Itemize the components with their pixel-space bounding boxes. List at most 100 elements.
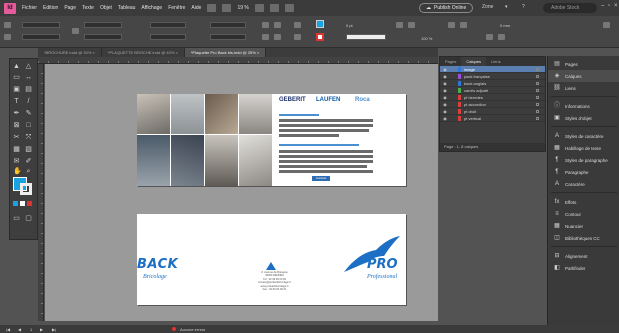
bathroom-photo[interactable] [171, 94, 204, 134]
chevron-down-icon[interactable]: ▾ [505, 4, 508, 10]
height-field[interactable] [84, 34, 122, 40]
rectangle-tool-icon[interactable]: □ [25, 122, 32, 129]
menu-affichage[interactable]: Affichage [141, 5, 162, 11]
auto-fit-icon[interactable] [486, 34, 493, 40]
pencil-tool-icon[interactable]: ✎ [25, 110, 32, 117]
text-line[interactable] [279, 124, 373, 127]
visibility-eye-icon[interactable]: ◉ [442, 88, 448, 93]
scale-y-field[interactable] [150, 34, 186, 40]
text-wrap-icon[interactable] [448, 22, 455, 28]
panel-menu-icon[interactable] [603, 22, 610, 28]
page-spread-2[interactable]: BACK Bricolage PRO Professional Z. Avenu… [137, 214, 406, 305]
vertical-ruler[interactable] [38, 64, 44, 321]
type-tool-icon[interactable]: T [13, 98, 20, 105]
stroke-swatch[interactable] [316, 33, 324, 41]
text-line[interactable] [279, 119, 373, 122]
restore-icon[interactable]: ▫ [608, 3, 610, 9]
dock-item-swatches[interactable]: ▦ Nuancier [548, 220, 619, 232]
value-field[interactable]: 0 mm [500, 23, 510, 28]
contact-button[interactable]: Contact [312, 176, 330, 181]
stroke-weight-value[interactable]: 0 pt [346, 23, 353, 28]
tab-plaquette-broche[interactable]: *PLAQUETTE BROCHE.indd @ 40% × [102, 48, 185, 57]
hand-tool-icon[interactable]: ✋ [13, 168, 22, 175]
tab-pages[interactable]: Pages [440, 57, 461, 66]
menu-edition[interactable]: Edition [43, 5, 58, 11]
selection-tool-icon[interactable]: ▲ [13, 63, 20, 70]
last-page-icon[interactable]: ▶| [52, 327, 56, 332]
reference-point-icon[interactable] [4, 34, 11, 40]
bathroom-photo[interactable] [239, 94, 272, 134]
layer-target-icon[interactable] [536, 67, 539, 71]
help-icon[interactable]: ? [522, 4, 525, 10]
zoom-level[interactable]: 19 % [237, 5, 248, 11]
bathroom-photo[interactable] [137, 94, 170, 134]
menu-texte[interactable]: Texte [82, 5, 94, 11]
layer-row[interactable]: ◉ pt accordion [440, 101, 545, 108]
preflight-status[interactable]: Aucune erreur [180, 327, 205, 332]
tab-brochure[interactable]: *BROCHURE.indd @ 30% × [38, 48, 102, 57]
view-options-icon[interactable] [254, 4, 264, 12]
dock-item-links[interactable]: ⛓ Liens [548, 82, 619, 94]
menu-tableau[interactable]: Tableau [118, 5, 136, 11]
width-field[interactable] [84, 22, 122, 28]
free-transform-tool-icon[interactable]: ⤧ [25, 134, 32, 141]
tab-liens[interactable]: Liens [486, 57, 506, 66]
flip-v-icon[interactable] [274, 34, 281, 40]
section-heading[interactable] [279, 114, 319, 116]
link-proportions-icon[interactable] [72, 28, 79, 34]
zoom-tool-icon[interactable]: ⌕ [25, 168, 32, 175]
scale-x-field[interactable] [150, 22, 186, 28]
pen-tool-icon[interactable]: ✒ [13, 110, 20, 117]
dock-item-pages[interactable]: ▤ Pages [548, 58, 619, 70]
text-line[interactable] [279, 150, 373, 153]
workspace-switcher[interactable]: Zone [482, 4, 493, 10]
text-line[interactable] [279, 160, 373, 163]
text-line[interactable] [279, 155, 373, 158]
apply-color-icon[interactable] [13, 201, 18, 206]
gap-tool-icon[interactable]: ↔ [25, 74, 32, 81]
dock-item-effects[interactable]: fx Effets [548, 196, 619, 208]
text-line[interactable] [279, 129, 369, 132]
page-tool-icon[interactable]: ▭ [13, 74, 20, 81]
minimize-icon[interactable]: – [601, 3, 604, 9]
dock-item-para-styles[interactable]: ¶ Styles de paragraphe [548, 154, 619, 166]
bathroom-photo[interactable] [239, 135, 272, 186]
menu-fichier[interactable]: Fichier [22, 5, 37, 11]
visibility-eye-icon[interactable]: ◉ [442, 81, 448, 86]
layer-target-icon[interactable] [536, 102, 539, 106]
layer-target-icon[interactable] [536, 81, 539, 85]
layer-row[interactable]: ◉ pt heredes [440, 94, 545, 101]
flip-h-icon[interactable] [262, 34, 269, 40]
layer-row[interactable]: ◉ back anglais [440, 80, 545, 87]
screen-mode-icon[interactable] [269, 4, 279, 12]
horizontal-ruler[interactable] [38, 57, 438, 64]
close-icon[interactable]: × [614, 3, 618, 9]
drop-shadow-icon[interactable] [408, 22, 415, 28]
content-placer-icon[interactable]: ▤ [25, 86, 32, 93]
visibility-eye-icon[interactable]: ◉ [442, 74, 448, 79]
scissors-tool-icon[interactable]: ✂ [13, 134, 20, 141]
text-line[interactable] [279, 165, 367, 168]
dock-item-layers[interactable]: ◈ Calques [548, 70, 619, 82]
section-heading[interactable] [279, 144, 359, 146]
layer-row[interactable]: ◉ pt droit [440, 108, 545, 115]
dock-item-text-wrap[interactable]: ▦ Habillage de texte [548, 142, 619, 154]
tab-plaquette-pro-back[interactable]: *Plaquette Pro Back bis.indd @ 25% × [184, 48, 267, 57]
prev-page-icon[interactable]: ◀ [18, 327, 21, 332]
preview-mode-icon[interactable]: ▢ [25, 215, 32, 222]
line-tool-icon[interactable]: / [25, 98, 32, 105]
effects-icon[interactable] [396, 22, 403, 28]
layer-target-icon[interactable] [536, 88, 539, 92]
first-page-icon[interactable]: |◀ [6, 327, 10, 332]
bathroom-photo[interactable] [205, 135, 238, 186]
layer-row[interactable]: ◉ pt vertical [440, 115, 545, 122]
view-mode-icon[interactable]: ▭ [13, 215, 20, 222]
text-line[interactable] [279, 134, 339, 137]
layer-row[interactable]: ◉ image [440, 66, 545, 73]
layer-target-icon[interactable] [536, 95, 539, 99]
dock-item-paragraph[interactable]: ¶ Paragraphe [548, 166, 619, 178]
layer-target-icon[interactable] [536, 74, 539, 78]
arrange-icon[interactable] [284, 4, 294, 12]
apply-none-icon[interactable] [27, 201, 32, 206]
rotate-ccw-icon[interactable] [274, 22, 281, 28]
